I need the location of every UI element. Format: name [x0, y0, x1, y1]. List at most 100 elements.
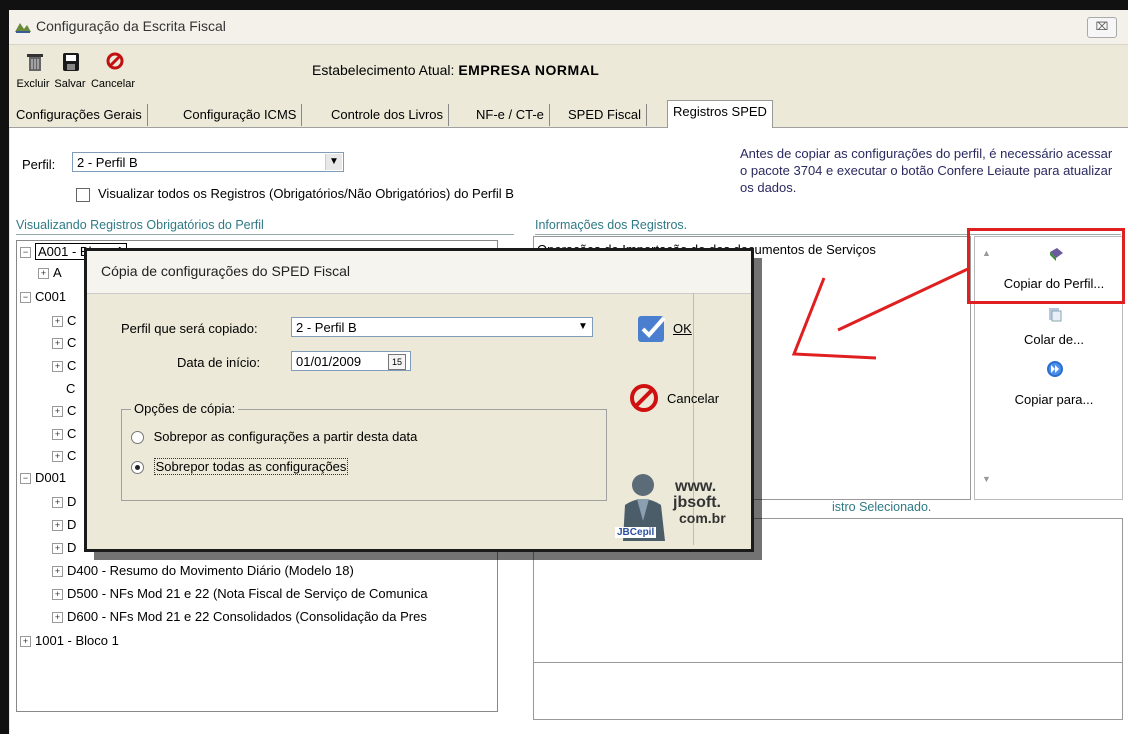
- perfil-select[interactable]: 2 - Perfil B ▼: [72, 152, 344, 172]
- tree-item-label: C: [67, 335, 77, 350]
- tree-item[interactable]: + D400 - Resumo do Movimento Diário (Mode…: [52, 563, 354, 578]
- tree-item[interactable]: − D001: [20, 470, 66, 485]
- tree-item-label: D: [67, 517, 77, 532]
- copy-options-group: [121, 409, 607, 501]
- tree-item[interactable]: − C001: [20, 289, 66, 304]
- tree-item[interactable]: + A: [38, 265, 62, 280]
- tree-item[interactable]: + D: [52, 540, 76, 555]
- show-all-checkbox[interactable]: [76, 188, 90, 202]
- perfil-value: 2 - Perfil B: [77, 155, 138, 170]
- selected-registry-title: istro Selecionado.: [832, 500, 932, 514]
- tree-item[interactable]: + C: [52, 313, 76, 328]
- calendar-icon[interactable]: 15: [388, 354, 406, 370]
- tree-item-label: D600 - NFs Mod 21 e 22 Consolidados (Con…: [67, 609, 427, 624]
- scroll-down-icon[interactable]: ▼: [982, 474, 991, 484]
- chevron-down-icon: ▼: [325, 154, 342, 170]
- tab-configuracao-icms[interactable]: Configuração ICMS: [178, 104, 303, 126]
- profile-to-copy-value: 2 - Perfil B: [296, 320, 357, 335]
- save-button[interactable]: Salvar: [50, 52, 90, 92]
- tree-item[interactable]: + C: [52, 448, 76, 463]
- tree-item[interactable]: +1001 - Bloco 1: [20, 633, 119, 648]
- copy-config-dialog: Cópia de configurações do SPED Fiscal Pe…: [84, 248, 754, 552]
- tree-item-label: D: [67, 540, 77, 555]
- establishment-label: Estabelecimento Atual:: [312, 62, 455, 78]
- close-icon: ⌧: [1095, 21, 1109, 33]
- tree-item[interactable]: + C: [52, 358, 76, 373]
- cancel-icon: [106, 52, 124, 70]
- tree-item-label: C: [67, 358, 77, 373]
- copy-options-legend: Opções de cópia:: [131, 401, 239, 416]
- profile-to-copy-label: Perfil que será copiado:: [121, 321, 258, 336]
- floppy-disk-icon: [63, 53, 79, 71]
- chevron-down-icon: ▼: [575, 319, 591, 335]
- tree-item-label: C: [67, 448, 77, 463]
- profile-to-copy-select[interactable]: 2 - Perfil B ▼: [291, 317, 593, 337]
- logo-line-3: com.br: [679, 510, 726, 526]
- dialog-title-bar: Cópia de configurações do SPED Fiscal: [87, 251, 751, 294]
- cancel-button[interactable]: Cancelar: [629, 383, 733, 417]
- option-from-date[interactable]: Sobrepor as configurações a partir desta…: [131, 429, 418, 445]
- tree-item[interactable]: C: [66, 381, 75, 396]
- tab-label: NF-e / CT-e: [476, 107, 544, 122]
- tab-nfe-cte[interactable]: NF-e / CT-e: [471, 104, 550, 126]
- app-icon: [15, 23, 31, 33]
- establishment-value: EMPRESA NORMAL: [458, 62, 600, 78]
- annotation-arrow: [791, 266, 970, 360]
- tree-item[interactable]: + C: [52, 335, 76, 350]
- tree-item-label: C: [67, 426, 77, 441]
- tab-registros-sped[interactable]: Registros SPED: [667, 100, 773, 128]
- start-date-input[interactable]: 01/01/2009 15: [291, 351, 411, 371]
- tree-item[interactable]: + C: [52, 426, 76, 441]
- tree-item[interactable]: + D500 - NFs Mod 21 e 22 (Nota Fiscal de …: [52, 586, 428, 601]
- close-button[interactable]: ⌧: [1087, 17, 1117, 38]
- no-entry-icon: [630, 384, 658, 412]
- dialog-title: Cópia de configurações do SPED Fiscal: [101, 263, 351, 279]
- tree-item-label: D500 - NFs Mod 21 e 22 (Nota Fiscal de S…: [67, 586, 428, 601]
- info-note: Antes de copiar as configurações do perf…: [740, 146, 1113, 195]
- tree-item-label: A: [53, 265, 62, 280]
- checkmark-icon: [638, 316, 666, 342]
- start-date-label: Data de início:: [177, 355, 261, 370]
- tab-label: Controle dos Livros: [331, 107, 443, 122]
- copy-to-button[interactable]: Copiar para...: [990, 360, 1118, 407]
- window-title: Configuração da Escrita Fiscal: [36, 18, 226, 34]
- option-from-date-label: Sobrepor as configurações a partir desta…: [153, 429, 418, 444]
- tab-configuracoes-gerais[interactable]: Configurações Gerais: [11, 104, 148, 126]
- tree-item[interactable]: + D: [52, 517, 76, 532]
- paste-button[interactable]: Colar de...: [990, 306, 1118, 352]
- radio-from-date[interactable]: [131, 431, 144, 445]
- show-all-label: Visualizar todos os Registros (Obrigatór…: [98, 186, 514, 201]
- tree-panel-title: Visualizando Registros Obrigatórios do P…: [16, 218, 264, 232]
- tree-item[interactable]: + D600 - NFs Mod 21 e 22 Consolidados (Co…: [52, 609, 427, 624]
- paste-label: Colar de...: [1024, 332, 1084, 347]
- logo-line-2: jbsoft.: [673, 494, 721, 511]
- highlight-box: [967, 228, 1125, 304]
- tab-sped-fiscal[interactable]: SPED Fiscal: [563, 104, 647, 126]
- tree-item-label: 1001 - Bloco 1: [35, 633, 119, 648]
- option-all[interactable]: Sobrepor todas as configurações: [131, 458, 349, 475]
- tree-item-label: D400 - Resumo do Movimento Diário (Model…: [67, 563, 354, 578]
- tree-item-label: D001: [35, 470, 67, 485]
- perfil-label: Perfil:: [22, 157, 56, 172]
- logo-brand: JBCepil: [615, 527, 657, 538]
- establishment: Estabelecimento Atual: EMPRESA NORMAL: [312, 62, 599, 78]
- tab-controle-livros[interactable]: Controle dos Livros: [326, 104, 449, 126]
- cancel-toolbar-button[interactable]: Cancelar: [86, 52, 140, 92]
- tab-label: Configurações Gerais: [16, 107, 142, 122]
- delete-button[interactable]: Excluir: [16, 52, 52, 92]
- tree-item-label: C: [67, 313, 77, 328]
- info-panel-title: Informações dos Registros.: [535, 218, 688, 232]
- logo-line-1: www.: [675, 478, 717, 495]
- tree-item-label: D: [67, 494, 77, 509]
- radio-all[interactable]: [131, 461, 144, 475]
- dialog-form: Perfil que será copiado: 2 - Perfil B ▼ …: [97, 293, 694, 545]
- tree-item[interactable]: + D: [52, 494, 76, 509]
- tab-label: SPED Fiscal: [568, 107, 641, 122]
- start-date-value: 01/01/2009: [296, 354, 362, 369]
- tree-item[interactable]: + C: [52, 403, 76, 418]
- ok-button[interactable]: OK: [637, 313, 717, 347]
- cancel-label: Cancelar: [90, 78, 136, 90]
- copy-to-label: Copiar para...: [1014, 392, 1094, 407]
- jbsoft-logo: www. jbsoft. com.br JBCepil: [615, 469, 749, 549]
- tree-item-label: C001: [35, 289, 67, 304]
